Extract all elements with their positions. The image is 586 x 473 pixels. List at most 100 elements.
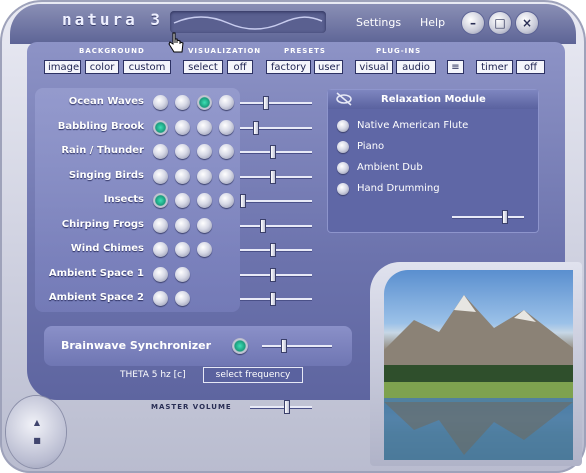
list-icon[interactable]: ≡ <box>447 60 464 74</box>
relaxation-item[interactable]: Ambient Dub <box>357 162 423 173</box>
scroll-control <box>6 396 66 468</box>
scroll-up-icon[interactable]: ▲ <box>29 418 45 428</box>
sound-variant-radio[interactable] <box>197 193 212 208</box>
sound-volume-knob[interactable] <box>269 267 276 282</box>
presets-user-button[interactable]: user <box>314 60 343 74</box>
brainwave-status: THETA 5 hz [c] <box>120 370 186 380</box>
waveform-icon <box>173 16 323 30</box>
visualization-select-button[interactable]: select <box>183 60 223 74</box>
sound-volume-knob[interactable] <box>269 169 276 184</box>
sound-variant-radio[interactable] <box>153 119 168 135</box>
timer-button[interactable]: timer <box>476 60 513 74</box>
sound-label: Babbling Brook <box>57 120 144 132</box>
plugins-audio-button[interactable]: audio <box>396 60 436 74</box>
sound-volume-knob[interactable] <box>269 145 276 159</box>
relaxation-item-radio[interactable] <box>337 141 349 153</box>
sound-variant-radio[interactable] <box>219 168 234 184</box>
timer-off-button[interactable]: off <box>516 60 545 74</box>
master-volume-track[interactable] <box>250 406 312 408</box>
sound-variant-radio[interactable] <box>197 242 212 257</box>
sound-variant-radio[interactable] <box>153 193 168 208</box>
sound-volume-knob[interactable] <box>269 243 276 257</box>
background-custom-button[interactable]: custom <box>123 60 171 74</box>
sound-volume-knob[interactable] <box>263 96 270 110</box>
relaxation-item[interactable]: Hand Drumming <box>357 183 440 194</box>
background-photo <box>384 270 573 460</box>
sound-variant-radio[interactable] <box>219 95 234 110</box>
sound-volume-knob[interactable] <box>240 194 246 208</box>
close-button[interactable]: × <box>516 12 538 34</box>
sound-variant-radio[interactable] <box>197 144 212 159</box>
sound-volume-track[interactable] <box>240 102 312 104</box>
presets-factory-button[interactable]: factory <box>266 60 311 74</box>
relaxation-item[interactable]: Native American Flute <box>357 120 468 131</box>
scroll-stop-icon[interactable]: ■ <box>29 436 45 446</box>
sound-variant-radio[interactable] <box>197 119 212 135</box>
sound-label: Singing Birds <box>68 169 144 181</box>
sound-variant-radio[interactable] <box>175 266 190 282</box>
sound-variant-radio[interactable] <box>175 144 190 159</box>
sound-variant-radio[interactable] <box>175 242 190 257</box>
sound-variant-radio[interactable] <box>153 217 168 233</box>
plugins-visual-button[interactable]: visual <box>355 60 393 74</box>
relaxation-item[interactable]: Piano <box>357 141 384 152</box>
brainwave-level-track[interactable] <box>262 345 332 347</box>
sound-volume-track[interactable] <box>240 151 312 153</box>
maximize-button[interactable]: □ <box>489 12 511 34</box>
sound-variant-radio[interactable] <box>175 168 190 184</box>
minimize-button[interactable]: – <box>462 12 484 34</box>
master-volume-knob[interactable] <box>283 400 290 414</box>
sound-variant-radio[interactable] <box>197 95 212 110</box>
sound-variant-radio[interactable] <box>153 95 168 110</box>
sound-variant-radio[interactable] <box>153 266 168 282</box>
sound-volume-knob[interactable] <box>253 120 260 135</box>
sound-label: Ambient Space 1 <box>48 267 144 279</box>
app-logo: natura 3 <box>62 10 164 29</box>
brainwave-level-knob[interactable] <box>281 339 288 353</box>
sound-label: Rain / Thunder <box>61 145 144 156</box>
sound-variant-radio[interactable] <box>153 168 168 184</box>
sound-volume-track[interactable] <box>240 249 312 251</box>
relaxation-icon <box>336 92 352 106</box>
sound-variant-radio[interactable] <box>175 95 190 110</box>
select-frequency-button[interactable]: select frequency <box>203 367 303 383</box>
sound-volume-track[interactable] <box>240 224 312 227</box>
sound-volume-track[interactable] <box>240 273 312 276</box>
presets-group-label: PRESETS <box>284 47 326 55</box>
sound-variant-radio[interactable] <box>175 119 190 135</box>
cursor-hand-icon <box>168 32 184 53</box>
sound-variant-radio[interactable] <box>219 119 234 135</box>
visualization-off-button[interactable]: off <box>227 60 253 74</box>
sound-label: Ambient Space 2 <box>48 292 144 303</box>
brainwave-toggle[interactable] <box>232 338 248 354</box>
sound-volume-track[interactable] <box>240 200 312 202</box>
relaxation-title: Relaxation Module <box>381 94 486 105</box>
relaxation-item-radio[interactable] <box>337 183 349 195</box>
sound-variant-radio[interactable] <box>153 144 168 159</box>
sound-variant-radio[interactable] <box>197 217 212 233</box>
relaxation-volume-knob[interactable] <box>501 210 508 224</box>
sound-variant-radio[interactable] <box>197 168 212 184</box>
background-color-button[interactable]: color <box>85 60 119 74</box>
sound-variant-radio[interactable] <box>175 193 190 208</box>
sound-variant-radio[interactable] <box>153 291 168 306</box>
help-menu[interactable]: Help <box>420 16 445 29</box>
sound-variant-radio[interactable] <box>175 291 190 306</box>
relaxation-item-radio[interactable] <box>337 162 349 174</box>
sound-variant-radio[interactable] <box>219 144 234 159</box>
sound-volume-knob[interactable] <box>259 218 266 233</box>
sound-volume-knob[interactable] <box>269 292 276 306</box>
background-image-button[interactable]: image <box>44 60 81 74</box>
sound-label: Ocean Waves <box>68 96 144 107</box>
sound-variant-radio[interactable] <box>219 193 234 208</box>
settings-menu[interactable]: Settings <box>356 16 401 29</box>
master-volume-label: MASTER VOLUME <box>151 403 232 411</box>
relaxation-volume-track[interactable] <box>452 216 524 218</box>
relaxation-item-radio[interactable] <box>337 120 349 132</box>
sound-volume-track[interactable] <box>240 126 312 129</box>
sound-volume-track[interactable] <box>240 298 312 300</box>
sound-volume-track[interactable] <box>240 175 312 178</box>
sound-variant-radio[interactable] <box>175 217 190 233</box>
sound-variant-radio[interactable] <box>153 242 168 257</box>
sound-label: Insects <box>103 194 144 205</box>
